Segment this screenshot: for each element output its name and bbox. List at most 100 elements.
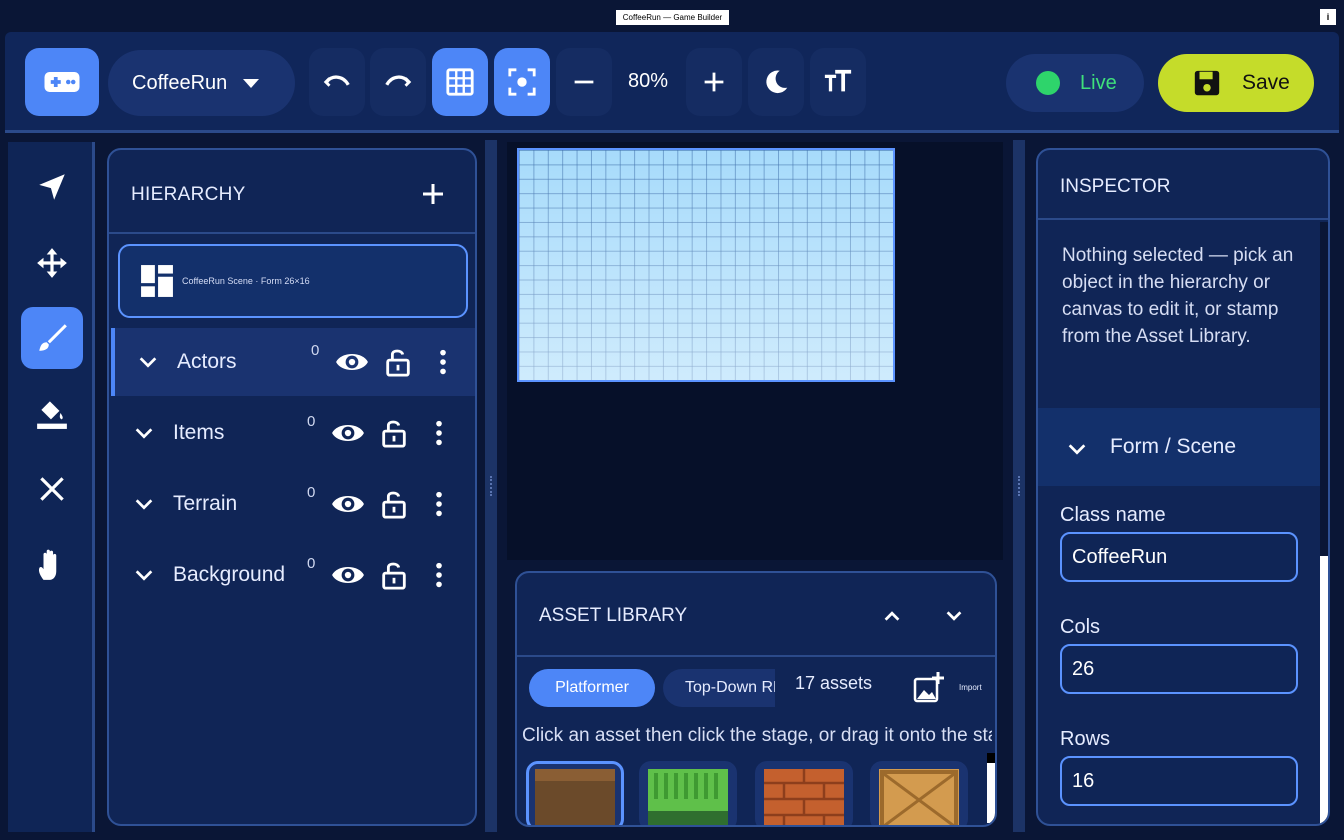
chevron-down-icon[interactable] [133, 493, 155, 515]
text-size-icon [824, 69, 852, 92]
pan-tool[interactable] [21, 534, 83, 596]
grid-toggle-button[interactable] [432, 48, 488, 116]
chevron-down-icon[interactable] [943, 605, 965, 627]
fill-bucket-icon [37, 401, 67, 429]
asset-tile-crate[interactable] [870, 761, 968, 825]
inspector-panel: INSPECTOR Nothing selected — pick an obj… [1036, 148, 1330, 826]
more-vertical-icon[interactable] [427, 489, 451, 519]
focus-button[interactable] [494, 48, 550, 116]
chevron-down-icon[interactable] [137, 351, 159, 373]
theme-toggle-button[interactable] [748, 48, 804, 116]
asset-hint: Click an asset then click the stage, or … [522, 725, 992, 746]
layer-row-background[interactable]: Background 0 [111, 541, 475, 609]
asset-tile-grass[interactable] [639, 761, 737, 825]
chevron-up-icon[interactable] [881, 605, 903, 627]
inspector-title: INSPECTOR [1060, 176, 1171, 197]
save-label: Save [1242, 71, 1290, 94]
rows-label: Rows [1060, 728, 1111, 750]
redo-icon [385, 75, 412, 87]
scene-label: CoffeeRun Scene · Form 26×16 [182, 276, 310, 286]
gamepad-icon [44, 72, 80, 92]
undo-icon [323, 75, 350, 87]
save-icon [1194, 70, 1220, 96]
move-tool[interactable] [21, 232, 83, 294]
eye-icon[interactable] [331, 487, 365, 521]
info-icon[interactable]: i [1320, 9, 1336, 25]
asset-tile-brick[interactable] [755, 761, 853, 825]
scene-item[interactable]: CoffeeRun Scene · Form 26×16 [118, 244, 468, 318]
asset-scrollbar[interactable] [987, 753, 995, 823]
right-splitter[interactable] [1013, 140, 1025, 832]
dirt-tile-icon [535, 769, 615, 825]
layer-row-items[interactable]: Items 0 [111, 399, 475, 467]
zoom-in-button[interactable] [686, 48, 742, 116]
class-name-label: Class name [1060, 504, 1166, 526]
brush-icon [39, 324, 67, 351]
layer-name: Terrain [173, 492, 238, 515]
more-vertical-icon[interactable] [427, 418, 451, 448]
unlock-icon[interactable] [379, 418, 409, 448]
class-name-field[interactable] [1060, 532, 1298, 582]
layer-name: Actors [177, 350, 237, 373]
asset-tile-dirt[interactable] [526, 761, 624, 825]
select-arrow-icon [39, 174, 65, 200]
splitter-grip [490, 476, 492, 496]
save-button[interactable]: Save [1158, 54, 1314, 112]
grid-icon [446, 68, 474, 96]
more-vertical-icon[interactable] [431, 347, 455, 377]
layer-count: 0 [311, 342, 320, 359]
undo-button[interactable] [309, 48, 365, 116]
add-layer-icon[interactable] [421, 182, 445, 206]
inspector-header: INSPECTOR [1038, 150, 1328, 220]
unlock-icon[interactable] [383, 347, 413, 377]
grass-tile-icon [648, 769, 728, 825]
more-vertical-icon[interactable] [427, 560, 451, 590]
left-splitter[interactable] [485, 140, 497, 832]
layer-count: 0 [307, 484, 316, 501]
eye-icon[interactable] [331, 558, 365, 592]
select-tool[interactable] [21, 156, 83, 218]
brush-tool[interactable] [21, 307, 83, 369]
project-select[interactable]: CoffeeRun [108, 50, 295, 116]
tool-rail [8, 142, 95, 832]
unlock-icon[interactable] [379, 560, 409, 590]
tab-top-down-rpg[interactable]: Top-Down RPG [663, 669, 775, 707]
project-name: CoffeeRun [132, 71, 228, 94]
erase-tool[interactable] [21, 458, 83, 520]
hand-pan-icon [38, 549, 57, 580]
stage-viewport[interactable] [507, 142, 1003, 560]
layer-row-actors[interactable]: Actors 0 [111, 328, 475, 396]
crate-tile-icon [879, 769, 959, 825]
unlock-icon[interactable] [379, 489, 409, 519]
zoom-out-button[interactable] [556, 48, 612, 116]
gamepad-button[interactable] [25, 48, 99, 116]
eye-icon[interactable] [331, 416, 365, 450]
zoom-in-icon [704, 72, 724, 92]
text-size-button[interactable] [810, 48, 866, 116]
tab-platformer[interactable]: Platformer [529, 669, 655, 707]
chevron-down-icon[interactable] [1066, 438, 1088, 460]
layer-name: Items [173, 421, 225, 444]
live-toggle[interactable]: Live [1006, 54, 1144, 112]
cols-field[interactable] [1060, 644, 1298, 694]
stage-canvas[interactable] [517, 148, 895, 382]
rows-field[interactable] [1060, 756, 1298, 806]
zoom-out-icon [574, 80, 594, 84]
live-status-dot [1036, 71, 1060, 95]
layer-row-terrain[interactable]: Terrain 0 [111, 470, 475, 538]
section-form-scene[interactable]: Form / Scene [1038, 408, 1320, 486]
splitter-grip [1018, 476, 1020, 496]
hierarchy-panel: HIERARCHY CoffeeRun Scene · Form 26×16 A… [107, 148, 477, 826]
image-add-icon[interactable] [913, 671, 945, 703]
move-icon [37, 248, 67, 278]
redo-button[interactable] [370, 48, 426, 116]
fill-tool[interactable] [21, 382, 83, 444]
layer-count: 0 [307, 413, 316, 430]
inspector-scrollbar[interactable] [1320, 222, 1328, 824]
chevron-down-icon[interactable] [133, 422, 155, 444]
chevron-down-icon[interactable] [133, 564, 155, 586]
cols-label: Cols [1060, 616, 1101, 638]
section-title: Form / Scene [1110, 435, 1237, 458]
eye-icon[interactable] [335, 345, 369, 379]
import-label[interactable]: Import [959, 683, 982, 692]
